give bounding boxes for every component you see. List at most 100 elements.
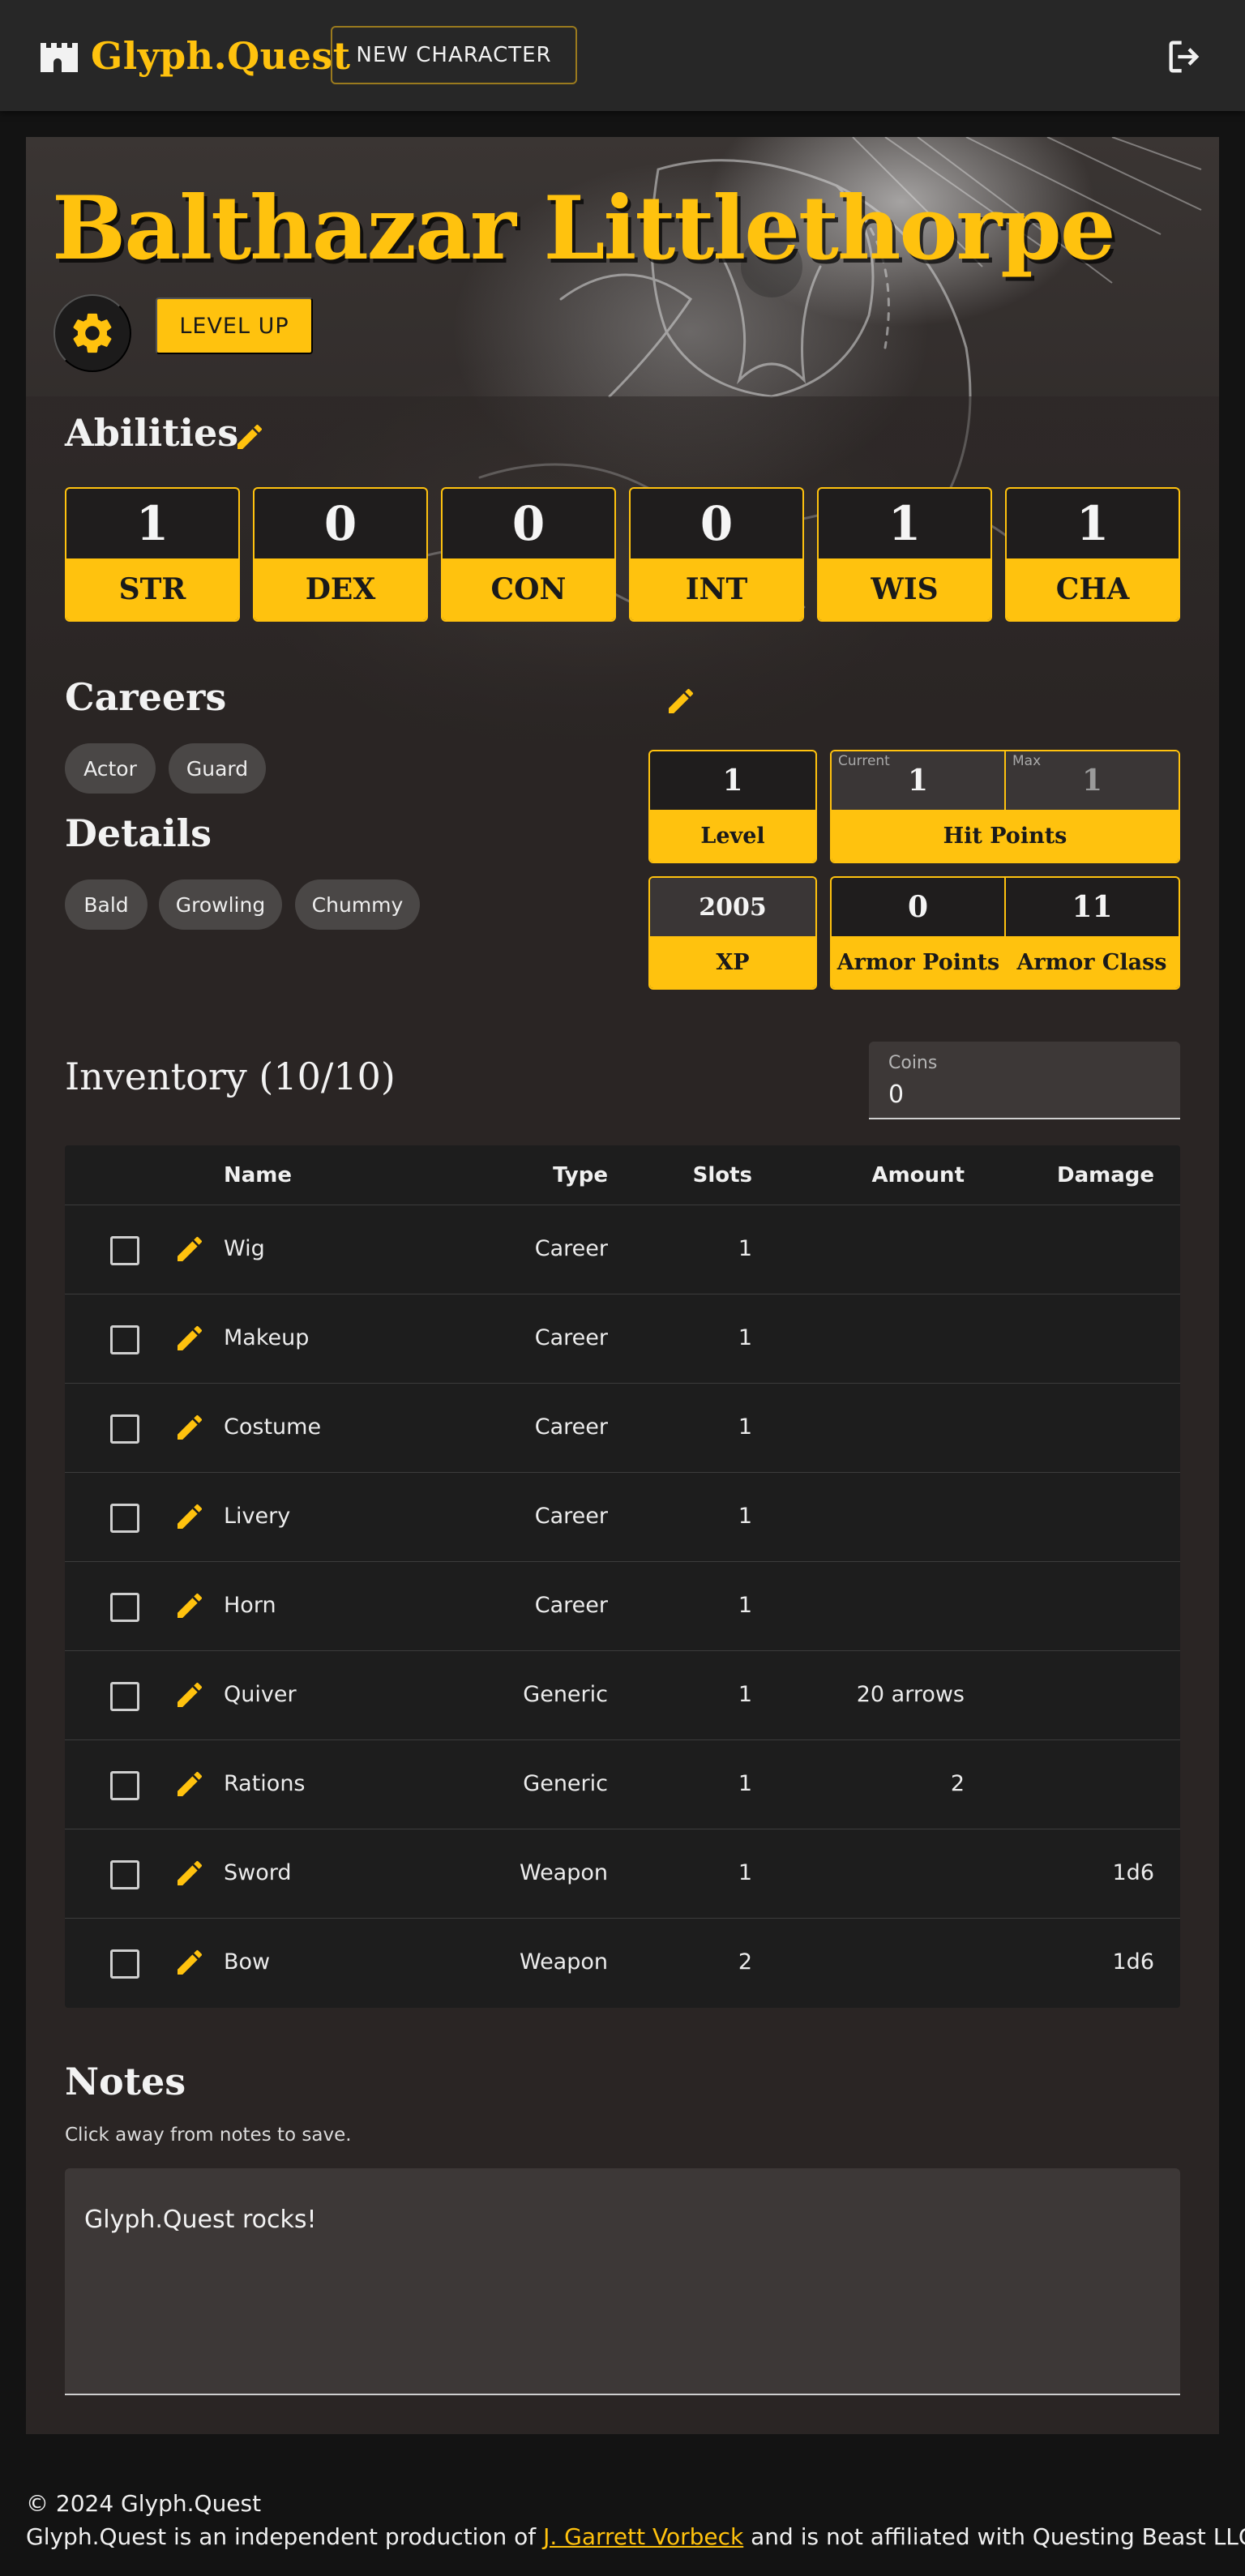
career-chip[interactable]: Guard — [169, 743, 266, 794]
ability-value: 0 — [323, 496, 357, 551]
row-checkbox[interactable] — [110, 1771, 139, 1800]
column-amount[interactable]: Amount — [871, 1163, 965, 1187]
item-amount: 20 arrows — [856, 1682, 965, 1707]
item-slots: 2 — [738, 1949, 752, 1975]
hit-points-box: Current 1 Max 1 Hit Points — [830, 750, 1180, 863]
ability-int[interactable]: 0 INT — [629, 487, 804, 622]
pencil-icon[interactable] — [173, 1946, 206, 1979]
pencil-icon[interactable] — [173, 1768, 206, 1800]
coins-label: Coins — [888, 1053, 938, 1073]
pencil-icon[interactable] — [173, 1233, 206, 1265]
careers-title: Careers — [65, 675, 227, 719]
detail-chip[interactable]: Chummy — [295, 879, 420, 930]
logout-icon[interactable] — [1164, 36, 1206, 78]
castle-icon — [41, 43, 78, 72]
hit-points-label: Hit Points — [943, 823, 1067, 849]
table-row: Costume Career 1 — [65, 1384, 1180, 1473]
pencil-icon[interactable] — [173, 1857, 206, 1889]
hp-max-field: Max 1 — [1004, 751, 1179, 810]
item-slots: 1 — [738, 1504, 752, 1529]
item-name: Horn — [224, 1593, 276, 1618]
xp-box[interactable]: 2005 XP — [648, 876, 817, 990]
ability-value: 1 — [135, 496, 169, 551]
table-header: Name Type Slots Amount Damage — [65, 1145, 1180, 1205]
disclaimer-text: Glyph.Quest is an independent production… — [26, 2523, 544, 2550]
item-name: Bow — [224, 1949, 271, 1975]
coins-field[interactable]: Coins 0 — [869, 1042, 1180, 1119]
copyright: © 2024 Glyph.Quest — [26, 2490, 262, 2517]
career-chip[interactable]: Actor — [65, 743, 156, 794]
column-damage[interactable]: Damage — [1057, 1163, 1154, 1187]
column-type[interactable]: Type — [553, 1163, 608, 1187]
pencil-icon[interactable] — [173, 1411, 206, 1444]
armor-class-value: 11 — [1004, 878, 1179, 936]
ability-label: INT — [631, 558, 802, 620]
detail-chip[interactable]: Growling — [159, 879, 282, 930]
ability-value: 0 — [700, 496, 734, 551]
ability-dex[interactable]: 0 DEX — [253, 487, 428, 622]
item-slots: 1 — [738, 1236, 752, 1261]
item-damage: 1d6 — [1112, 1860, 1155, 1885]
hp-current-label: Current — [838, 753, 890, 769]
row-checkbox[interactable] — [110, 1860, 139, 1889]
table-row: Sword Weapon 1 1d6 — [65, 1829, 1180, 1919]
notes-hint: Click away from notes to save. — [65, 2125, 352, 2146]
pencil-icon[interactable] — [173, 1590, 206, 1622]
table-row: Bow Weapon 2 1d6 — [65, 1919, 1180, 2008]
item-type: Generic — [523, 1771, 608, 1796]
item-type: Generic — [523, 1682, 608, 1707]
item-type: Career — [534, 1325, 608, 1350]
ability-cha[interactable]: 1 CHA — [1005, 487, 1180, 622]
brand[interactable]: Glyph.Quest — [37, 32, 351, 79]
detail-chip[interactable]: Bald — [65, 879, 148, 930]
ability-label: CON — [443, 558, 614, 620]
pencil-icon[interactable] — [233, 421, 266, 453]
row-checkbox[interactable] — [110, 1325, 139, 1354]
ability-str[interactable]: 1 STR — [65, 487, 240, 622]
row-checkbox[interactable] — [110, 1236, 139, 1265]
row-checkbox[interactable] — [110, 1949, 139, 1979]
character-name: Balthazar Littlethorpe — [52, 178, 1116, 280]
level-up-button[interactable]: LEVEL UP — [156, 297, 313, 354]
level-box[interactable]: 1 Level — [648, 750, 817, 863]
column-name[interactable]: Name — [224, 1163, 292, 1187]
ability-label: STR — [66, 558, 238, 620]
ability-value: 1 — [1076, 496, 1110, 551]
item-slots: 1 — [738, 1593, 752, 1618]
item-type: Career — [534, 1236, 608, 1261]
table-row: Rations Generic 1 2 — [65, 1740, 1180, 1829]
pencil-icon[interactable] — [665, 685, 697, 717]
item-slots: 1 — [738, 1860, 752, 1885]
ability-con[interactable]: 0 CON — [441, 487, 616, 622]
row-checkbox[interactable] — [110, 1593, 139, 1622]
gear-icon — [73, 313, 112, 353]
armor-class-label: Armor Class — [1016, 949, 1167, 975]
item-name: Sword — [224, 1860, 292, 1885]
pencil-icon[interactable] — [173, 1322, 206, 1354]
pencil-icon[interactable] — [173, 1679, 206, 1711]
ability-label: WIS — [819, 558, 990, 620]
footer: © 2024 Glyph.Quest Glyph.Quest is an ind… — [26, 2487, 1245, 2553]
notes-textarea[interactable]: Glyph.Quest rocks! — [65, 2168, 1180, 2395]
coins-value: 0 — [888, 1080, 905, 1109]
row-checkbox[interactable] — [110, 1682, 139, 1711]
details-title: Details — [65, 811, 212, 855]
ability-wis[interactable]: 1 WIS — [817, 487, 992, 622]
table-row: Wig Career 1 — [65, 1205, 1180, 1294]
author-link[interactable]: J. Garrett Vorbeck — [543, 2523, 743, 2550]
settings-button[interactable] — [53, 294, 131, 372]
armor-points-value[interactable]: 0 — [832, 878, 1004, 936]
armor-box: 0 11 Armor Points Armor Class — [830, 876, 1180, 990]
item-name: Costume — [224, 1414, 322, 1440]
row-checkbox[interactable] — [110, 1414, 139, 1444]
item-type: Weapon — [519, 1860, 608, 1885]
ability-label: DEX — [255, 558, 426, 620]
item-name: Makeup — [224, 1325, 310, 1350]
column-slots[interactable]: Slots — [693, 1163, 752, 1187]
level-value: 1 — [722, 764, 743, 798]
row-checkbox[interactable] — [110, 1504, 139, 1533]
pencil-icon[interactable] — [173, 1500, 206, 1533]
hp-current-field[interactable]: Current 1 — [832, 751, 1004, 810]
abilities-title: Abilities — [65, 411, 239, 455]
new-character-button[interactable]: NEW CHARACTER — [331, 26, 577, 84]
